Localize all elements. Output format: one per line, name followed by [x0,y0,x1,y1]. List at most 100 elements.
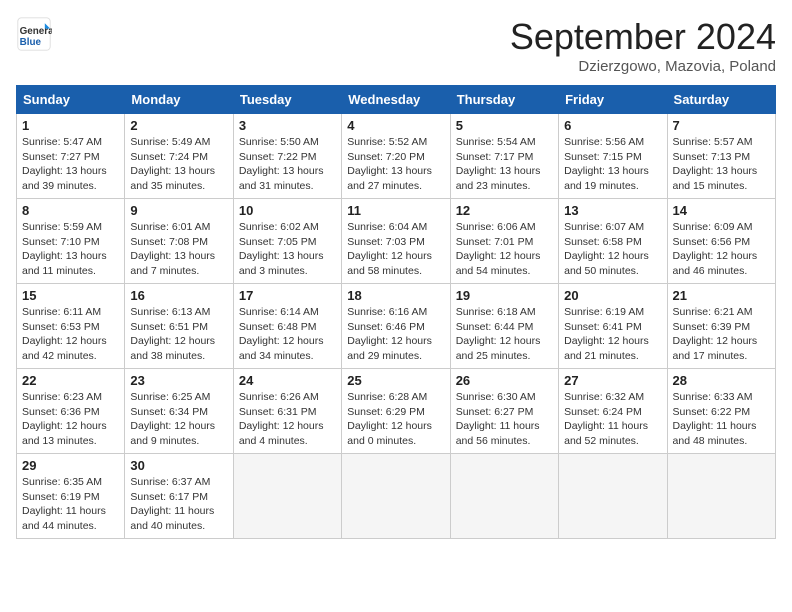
day-info: Sunrise: 6:25 AMSunset: 6:34 PMDaylight:… [130,390,227,449]
calendar-cell: 16 Sunrise: 6:13 AMSunset: 6:51 PMDayligh… [125,284,233,369]
day-number: 14 [673,203,770,218]
day-number: 10 [239,203,336,218]
calendar-cell: 6 Sunrise: 5:56 AMSunset: 7:15 PMDaylight… [559,114,667,199]
day-number: 19 [456,288,553,303]
day-number: 6 [564,118,661,133]
day-info: Sunrise: 6:21 AMSunset: 6:39 PMDaylight:… [673,305,770,364]
weekday-header-saturday: Saturday [667,86,775,114]
page-header: General Blue September 2024 Dzierzgowo, … [16,16,776,75]
month-title: September 2024 [510,16,776,58]
calendar-cell: 26Sunrise: 6:30 AMSunset: 6:27 PMDayligh… [450,369,558,454]
calendar-cell: 21 Sunrise: 6:21 AMSunset: 6:39 PMDayligh… [667,284,775,369]
day-number: 18 [347,288,444,303]
calendar-cell: 13 Sunrise: 6:07 AMSunset: 6:58 PMDayligh… [559,199,667,284]
calendar-cell [667,454,775,539]
day-number: 16 [130,288,227,303]
calendar-cell: 14 Sunrise: 6:09 AMSunset: 6:56 PMDayligh… [667,199,775,284]
day-info: Sunrise: 6:07 AMSunset: 6:58 PMDaylight:… [564,220,661,279]
day-number: 28 [673,373,770,388]
day-info: Sunrise: 6:26 AMSunset: 6:31 PMDaylight:… [239,390,336,449]
day-info: Sunrise: 6:32 AMSunset: 6:24 PMDaylight:… [564,390,661,449]
day-info: Sunrise: 6:35 AMSunset: 6:19 PMDaylight:… [22,475,119,534]
calendar-cell: 3 Sunrise: 5:50 AMSunset: 7:22 PMDaylight… [233,114,341,199]
weekday-header-tuesday: Tuesday [233,86,341,114]
day-info: Sunrise: 5:56 AMSunset: 7:15 PMDaylight:… [564,135,661,194]
day-number: 4 [347,118,444,133]
calendar-cell: 29 Sunrise: 6:35 AMSunset: 6:19 PMDayligh… [17,454,125,539]
day-info: Sunrise: 5:49 AMSunset: 7:24 PMDaylight:… [130,135,227,194]
calendar-cell: 28Sunrise: 6:33 AMSunset: 6:22 PMDayligh… [667,369,775,454]
calendar-cell [559,454,667,539]
day-info: Sunrise: 5:47 AMSunset: 7:27 PMDaylight:… [22,135,119,194]
calendar-cell: 22 Sunrise: 6:23 AMSunset: 6:36 PMDayligh… [17,369,125,454]
calendar-cell [450,454,558,539]
day-number: 23 [130,373,227,388]
calendar-cell: 9Sunrise: 6:01 AMSunset: 7:08 PMDaylight… [125,199,233,284]
day-info: Sunrise: 6:13 AMSunset: 6:51 PMDaylight:… [130,305,227,364]
calendar-cell [233,454,341,539]
weekday-header-friday: Friday [559,86,667,114]
day-info: Sunrise: 5:57 AMSunset: 7:13 PMDaylight:… [673,135,770,194]
weekday-header-sunday: Sunday [17,86,125,114]
day-info: Sunrise: 6:11 AMSunset: 6:53 PMDaylight:… [22,305,119,364]
calendar-cell: 11Sunrise: 6:04 AMSunset: 7:03 PMDayligh… [342,199,450,284]
calendar-cell: 1 Sunrise: 5:47 AMSunset: 7:27 PMDaylight… [17,114,125,199]
day-number: 3 [239,118,336,133]
day-info: Sunrise: 6:37 AMSunset: 6:17 PMDaylight:… [130,475,227,534]
calendar-cell: 17 Sunrise: 6:14 AMSunset: 6:48 PMDayligh… [233,284,341,369]
day-number: 13 [564,203,661,218]
day-number: 24 [239,373,336,388]
day-info: Sunrise: 6:06 AMSunset: 7:01 PMDaylight:… [456,220,553,279]
day-number: 25 [347,373,444,388]
location-subtitle: Dzierzgowo, Mazovia, Poland [510,58,776,75]
day-info: Sunrise: 6:28 AMSunset: 6:29 PMDaylight:… [347,390,444,449]
logo: General Blue [16,16,56,52]
calendar-cell: 2 Sunrise: 5:49 AMSunset: 7:24 PMDaylight… [125,114,233,199]
day-info: Sunrise: 6:19 AMSunset: 6:41 PMDaylight:… [564,305,661,364]
day-info: Sunrise: 5:50 AMSunset: 7:22 PMDaylight:… [239,135,336,194]
calendar-cell: 19 Sunrise: 6:18 AMSunset: 6:44 PMDayligh… [450,284,558,369]
day-info: Sunrise: 5:52 AMSunset: 7:20 PMDaylight:… [347,135,444,194]
calendar-cell: 25 Sunrise: 6:28 AMSunset: 6:29 PMDayligh… [342,369,450,454]
calendar-table: SundayMondayTuesdayWednesdayThursdayFrid… [16,85,776,539]
calendar-cell: 8Sunrise: 5:59 AMSunset: 7:10 PMDaylight… [17,199,125,284]
weekday-header-wednesday: Wednesday [342,86,450,114]
day-number: 2 [130,118,227,133]
calendar-cell: 4 Sunrise: 5:52 AMSunset: 7:20 PMDaylight… [342,114,450,199]
svg-text:Blue: Blue [20,37,42,48]
day-info: Sunrise: 6:09 AMSunset: 6:56 PMDaylight:… [673,220,770,279]
day-number: 12 [456,203,553,218]
day-number: 26 [456,373,553,388]
day-number: 17 [239,288,336,303]
day-info: Sunrise: 6:14 AMSunset: 6:48 PMDaylight:… [239,305,336,364]
day-number: 22 [22,373,119,388]
logo-icon: General Blue [16,16,52,52]
calendar-cell: 18 Sunrise: 6:16 AMSunset: 6:46 PMDayligh… [342,284,450,369]
calendar-cell: 27Sunrise: 6:32 AMSunset: 6:24 PMDayligh… [559,369,667,454]
calendar-cell: 30 Sunrise: 6:37 AMSunset: 6:17 PMDayligh… [125,454,233,539]
calendar-cell: 24 Sunrise: 6:26 AMSunset: 6:31 PMDayligh… [233,369,341,454]
day-info: Sunrise: 5:54 AMSunset: 7:17 PMDaylight:… [456,135,553,194]
day-number: 8 [22,203,119,218]
day-number: 29 [22,458,119,473]
calendar-cell [342,454,450,539]
day-number: 21 [673,288,770,303]
day-number: 11 [347,203,444,218]
title-block: September 2024 Dzierzgowo, Mazovia, Pola… [510,16,776,75]
calendar-cell: 12 Sunrise: 6:06 AMSunset: 7:01 PMDayligh… [450,199,558,284]
day-info: Sunrise: 6:16 AMSunset: 6:46 PMDaylight:… [347,305,444,364]
day-number: 30 [130,458,227,473]
weekday-header-monday: Monday [125,86,233,114]
day-number: 9 [130,203,227,218]
calendar-cell: 23 Sunrise: 6:25 AMSunset: 6:34 PMDayligh… [125,369,233,454]
day-info: Sunrise: 6:18 AMSunset: 6:44 PMDaylight:… [456,305,553,364]
weekday-header-thursday: Thursday [450,86,558,114]
day-info: Sunrise: 6:02 AMSunset: 7:05 PMDaylight:… [239,220,336,279]
day-number: 1 [22,118,119,133]
day-info: Sunrise: 6:23 AMSunset: 6:36 PMDaylight:… [22,390,119,449]
day-number: 7 [673,118,770,133]
calendar-cell: 15 Sunrise: 6:11 AMSunset: 6:53 PMDayligh… [17,284,125,369]
calendar-cell: 7 Sunrise: 5:57 AMSunset: 7:13 PMDaylight… [667,114,775,199]
day-number: 15 [22,288,119,303]
calendar-cell: 5Sunrise: 5:54 AMSunset: 7:17 PMDaylight… [450,114,558,199]
